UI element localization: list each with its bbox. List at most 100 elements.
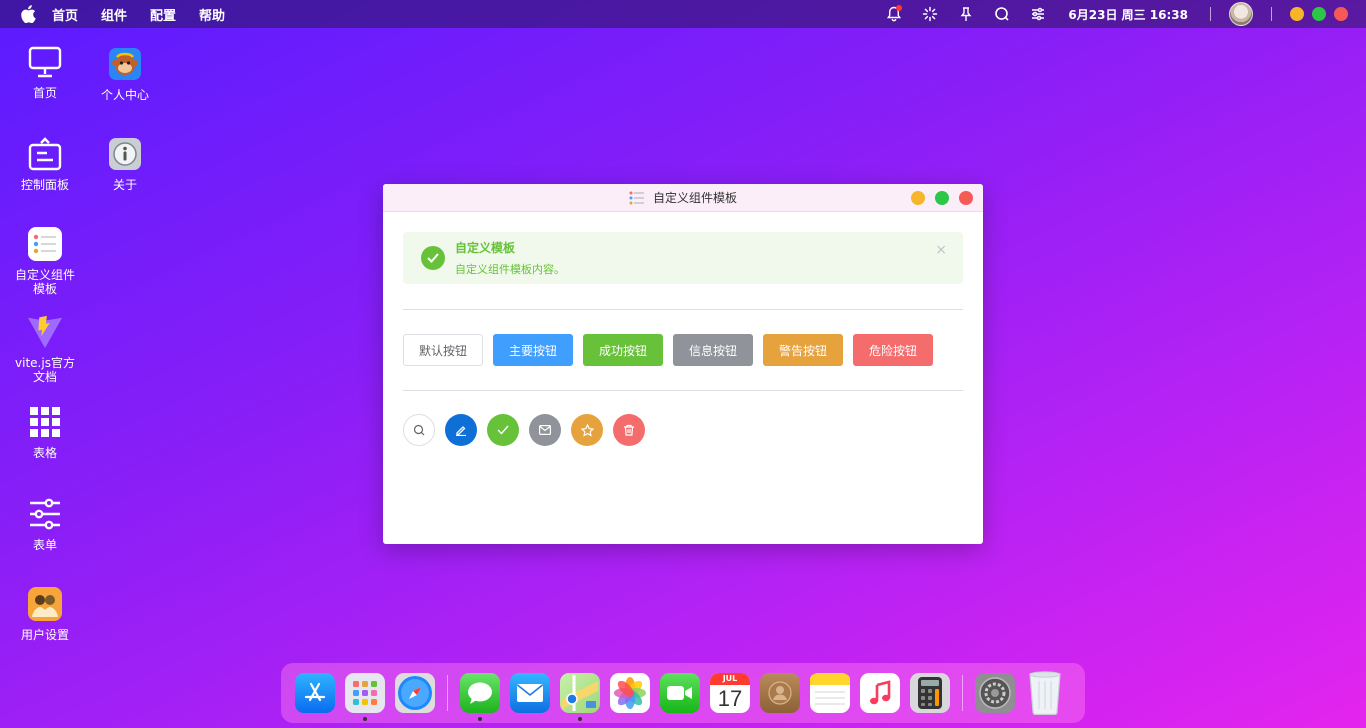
menu-bar: 首页 组件 配置 帮助 6月23日 周三 16:38 [0, 0, 1366, 28]
loading-icon[interactable] [921, 5, 939, 23]
alert-close-icon[interactable]: × [935, 242, 947, 258]
desktop-icon-profile[interactable]: 个人中心 [90, 46, 160, 102]
vite-icon [27, 314, 63, 350]
bell-icon[interactable] [885, 5, 903, 23]
mail-icon[interactable] [510, 673, 550, 713]
calendar-icon[interactable]: JUL 17 [710, 673, 750, 713]
desktop-icon-form[interactable]: 表单 [10, 496, 80, 552]
desktop-icon-about[interactable]: 关于 [90, 136, 160, 192]
divider [403, 309, 963, 310]
alert-description: 自定义组件模板内容。 [455, 263, 565, 276]
safari-icon[interactable] [395, 673, 435, 713]
check-icon [497, 425, 509, 435]
trash-icon[interactable] [1025, 671, 1065, 715]
menu-help[interactable]: 帮助 [199, 5, 225, 24]
search-icon [413, 424, 425, 436]
avatar[interactable] [1229, 2, 1253, 26]
menu-config[interactable]: 配置 [150, 5, 176, 24]
system-preferences-icon[interactable] [975, 673, 1015, 713]
desktop-icon-label: 用户设置 [20, 628, 69, 642]
calendar-day: 17 [717, 686, 743, 711]
settings-sliders-icon[interactable] [1029, 5, 1047, 23]
custom-template-window: 自定义组件模板 自定义模板 自定义组件模板内容。 × 默认按钮 主要按钮 成功按… [383, 184, 983, 544]
default-button[interactable]: 默认按钮 [403, 334, 483, 366]
app-store-icon[interactable] [295, 673, 335, 713]
desktop-icon-label: 首页 [32, 86, 57, 100]
maps-icon[interactable] [560, 673, 600, 721]
desktop-icon-label: 关于 [112, 178, 137, 192]
primary-button[interactable]: 主要按钮 [493, 334, 573, 366]
photos-icon[interactable] [610, 673, 650, 713]
warning-button[interactable]: 警告按钮 [763, 334, 843, 366]
search-icon[interactable] [993, 5, 1011, 23]
desktop-icon-label: 个人中心 [100, 88, 149, 102]
delete-icon [624, 424, 634, 436]
desktop-icon-label: 控制面板 [20, 178, 69, 192]
calculator-icon[interactable] [910, 673, 950, 713]
success-button[interactable]: 成功按钮 [583, 334, 663, 366]
window-title: 自定义组件模板 [652, 191, 737, 205]
success-alert: 自定义模板 自定义组件模板内容。 × [403, 232, 963, 284]
launchpad-icon[interactable] [345, 673, 385, 721]
button-row: 默认按钮 主要按钮 成功按钮 信息按钮 警告按钮 危险按钮 [403, 334, 943, 366]
menubar-clock: 6月23日 周三 16:38 [1068, 7, 1188, 22]
apple-logo-icon[interactable] [20, 5, 36, 23]
menu-home[interactable]: 首页 [52, 5, 78, 24]
desktop-icon-label: 表单 [32, 538, 57, 552]
window-close-button[interactable] [959, 191, 973, 205]
dock-separator [447, 675, 448, 711]
running-indicator [478, 717, 482, 721]
pin-icon[interactable] [957, 5, 975, 23]
edit-circle-button[interactable] [445, 414, 477, 446]
mail-circle-button[interactable] [529, 414, 561, 446]
info-icon [107, 136, 143, 172]
window-minimize-button[interactable] [911, 191, 925, 205]
menubar-separator [1210, 7, 1211, 21]
desktop-icon-label: vite.js官方文档 [15, 356, 75, 384]
desktop-icon-table[interactable]: 表格 [10, 404, 80, 460]
monkey-icon [107, 46, 143, 82]
star-icon [580, 423, 594, 437]
calendar-month: JUL [710, 673, 750, 685]
running-indicator [363, 717, 367, 721]
facetime-icon[interactable] [660, 673, 700, 713]
maximize-app-button[interactable] [1312, 7, 1326, 21]
dock: JUL 17 [281, 663, 1085, 723]
desktop-icon-user-settings[interactable]: 用户设置 [10, 586, 80, 642]
alert-title: 自定义模板 [455, 241, 516, 255]
search-circle-button[interactable] [403, 414, 435, 446]
close-app-button[interactable] [1334, 7, 1348, 21]
window-titlebar[interactable]: 自定义组件模板 [383, 184, 983, 212]
desktop-icon-vite-docs[interactable]: vite.js官方文档 [10, 314, 80, 384]
notes-icon[interactable] [810, 673, 850, 713]
minimize-app-button[interactable] [1290, 7, 1304, 21]
desktop-icon-home[interactable]: 首页 [10, 44, 80, 100]
user-settings-icon [27, 586, 63, 622]
menu-components[interactable]: 组件 [101, 5, 127, 24]
monitor-icon [27, 44, 63, 80]
divider-2 [403, 390, 963, 391]
mail-icon [539, 425, 551, 435]
star-circle-button[interactable] [571, 414, 603, 446]
desktop-icon-label: 自定义组件模板 [14, 268, 75, 296]
dock-separator-2 [962, 675, 963, 711]
info-button[interactable]: 信息按钮 [673, 334, 753, 366]
music-icon[interactable] [860, 673, 900, 713]
danger-button[interactable]: 危险按钮 [853, 334, 933, 366]
circle-button-row [403, 414, 655, 446]
check-circle-button[interactable] [487, 414, 519, 446]
delete-circle-button[interactable] [613, 414, 645, 446]
desktop-icon-control-panel[interactable]: 控制面板 [10, 136, 80, 192]
window-maximize-button[interactable] [935, 191, 949, 205]
contacts-icon[interactable] [760, 673, 800, 713]
desktop-icon-custom-template[interactable]: 自定义组件模板 [10, 226, 80, 296]
messages-icon[interactable] [460, 673, 500, 721]
panel-icon [27, 136, 63, 172]
list-icon [629, 191, 645, 205]
running-indicator [578, 717, 582, 721]
list-icon [27, 226, 63, 262]
menubar-separator-2 [1271, 7, 1272, 21]
check-circle-icon [421, 246, 445, 270]
grid-icon [27, 404, 63, 440]
sliders-icon [27, 496, 63, 532]
